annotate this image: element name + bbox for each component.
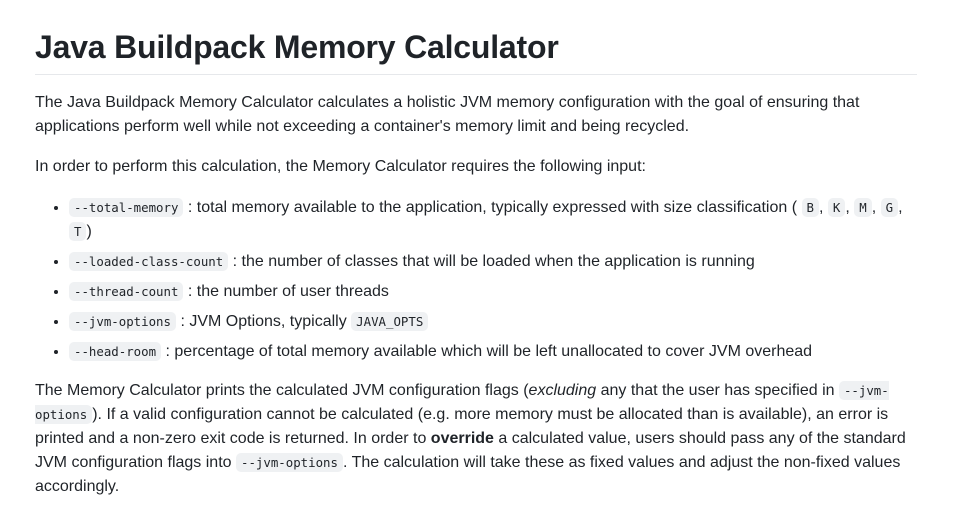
list-item-loaded-class-count: --loaded-class-count : the number of cla… — [69, 249, 917, 274]
close-paren: ) — [86, 223, 92, 240]
input-list: --total-memory : total memory available … — [35, 195, 917, 364]
flag-code: --head-room — [69, 342, 162, 361]
flag-description: : the number of classes that will be loa… — [232, 253, 755, 270]
outro-paragraph: The Memory Calculator prints the calcula… — [35, 379, 917, 499]
unit-code: M — [854, 198, 872, 217]
flag-code: --thread-count — [69, 282, 184, 301]
flag-description: : percentage of total memory available w… — [165, 343, 813, 360]
unit-code: G — [880, 198, 899, 217]
list-item-thread-count: --thread-count : the number of user thre… — [69, 279, 917, 304]
intro-paragraph: The Java Buildpack Memory Calculator cal… — [35, 94, 860, 135]
input-intro-paragraph: In order to perform this calculation, th… — [35, 158, 646, 175]
flag-description: : the number of user threads — [187, 283, 389, 300]
flag-code: --jvm-options — [69, 312, 176, 331]
flag-description: : JVM Options, typically — [180, 313, 352, 330]
readme-document: Java Buildpack Memory Calculator The Jav… — [0, 0, 955, 499]
list-item-jvm-options: --jvm-options : JVM Options, typically J… — [69, 309, 917, 334]
flag-description: : total memory available to the applicat… — [187, 199, 798, 216]
outro-text: any that the user has specified in — [596, 382, 839, 399]
list-item-head-room: --head-room : percentage of total memory… — [69, 339, 917, 364]
outro-emphasis: excluding — [528, 382, 597, 399]
flag-code: --total-memory — [69, 198, 184, 217]
flag-code: --loaded-class-count — [69, 252, 229, 271]
list-item-total-memory: --total-memory : total memory available … — [69, 195, 917, 244]
unit-code: K — [827, 198, 846, 217]
outro-text: The Memory Calculator prints the calcula… — [35, 382, 529, 399]
java-opts-code: JAVA_OPTS — [351, 312, 429, 331]
unit-code: T — [69, 222, 87, 241]
unit-code: B — [801, 198, 819, 217]
jvm-options-code: --jvm-options — [236, 453, 343, 472]
page-title: Java Buildpack Memory Calculator — [35, 0, 917, 75]
outro-strong: override — [430, 430, 494, 447]
